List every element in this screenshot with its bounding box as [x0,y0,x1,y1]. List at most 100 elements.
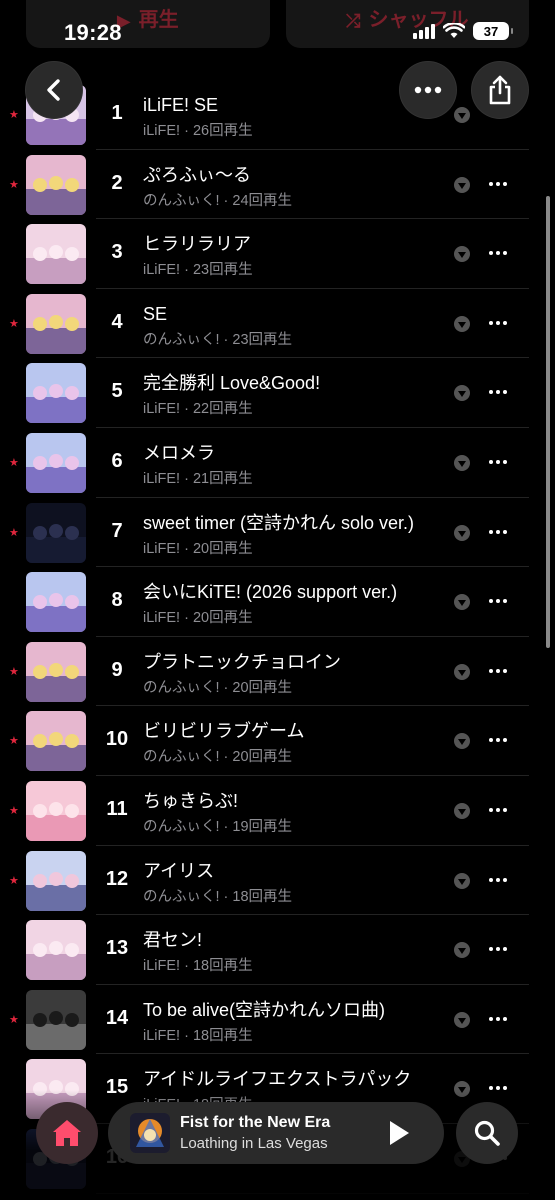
track-play-count: 23回再生 [192,262,253,279]
track-title: 会いにKiTE! (2026 support ver.) [143,582,398,603]
track-more-button[interactable] [486,728,510,752]
share-icon [489,75,511,105]
track-title: アイドルライフエクストラパック [143,1069,412,1090]
play-icon[interactable] [390,1121,409,1145]
track-row[interactable]: 8 会いにKiTE! (2026 support ver.) iLiFE! · 20… [0,567,555,637]
back-button[interactable] [26,62,82,118]
track-more-button[interactable] [486,868,510,892]
track-subtitle: のんふぃく! · 19回再生 [143,818,293,835]
track-number: 4 [111,310,123,333]
downloaded-icon [454,107,470,123]
track-play-count: 24回再生 [232,192,293,209]
track-more-button[interactable] [486,450,510,474]
track-title: ぷろふぃ〜る [143,164,251,185]
track-title: 君セン! [143,930,203,951]
downloaded-icon [454,663,470,680]
favorite-star-icon: ★ [9,874,19,887]
track-row[interactable]: ★ 2 ぷろふぃ〜る のんふぃく! · 24回再生 [0,150,555,220]
track-title: To be alive(空詩かれんソロ曲) [143,999,386,1020]
track-artist: のんふぃく! [143,818,220,835]
more-options-button[interactable] [400,62,456,118]
track-artist: iLiFE! [143,1027,181,1044]
track-play-count: 20回再生 [232,679,293,696]
now-playing-artist: Loathing in Las Vegas [180,1135,328,1152]
track-row[interactable]: ★ 4 SE のんふぃく! · 23回再生 [0,289,555,359]
mini-player[interactable]: Fist for the New Era Loathing in Las Veg… [108,1102,444,1164]
track-more-button[interactable] [486,937,510,961]
track-subtitle: iLiFE! · 23回再生 [143,262,253,279]
track-row[interactable]: ★ 9 プラトニックチョロイン のんふぃく! · 20回再生 [0,637,555,707]
track-subtitle: iLiFE! · 21回再生 [143,470,253,487]
track-row[interactable]: ★ 10 ビリビリラブゲーム のんふぃく! · 20回再生 [0,706,555,776]
track-title: SE [143,303,168,324]
track-more-button[interactable] [486,659,510,683]
track-artist: のんふぃく! [143,749,220,766]
track-subtitle: iLiFE! · 22回再生 [143,401,253,418]
track-row[interactable]: 13 君セン! iLiFE! · 18回再生 [0,915,555,985]
track-list: ★ 1 iLiFE! SE iLiFE! · 26回再生 ★ 2 ぷろふぃ〜る のんふぃく! … [0,80,555,1194]
track-play-count: 18回再生 [192,958,253,975]
track-more-button[interactable] [486,380,510,404]
track-subtitle: のんふぃく! · 24回再生 [143,192,293,209]
track-artwork [26,224,86,285]
downloaded-icon [454,385,470,402]
track-artwork [26,363,86,424]
track-artwork [26,641,86,702]
track-row[interactable]: 3 ヒラリラリア iLiFE! · 23回再生 [0,219,555,289]
track-more-button[interactable] [486,172,510,196]
track-play-count: 19回再生 [232,818,293,835]
cellular-signal-icon [413,23,435,39]
favorite-star-icon: ★ [9,456,19,469]
ellipsis-icon [414,86,442,94]
track-row[interactable]: ★ 12 アイリス のんふぃく! · 18回再生 [0,846,555,916]
track-play-count: 20回再生 [232,749,293,766]
scrollbar[interactable] [546,196,550,648]
downloaded-icon [454,872,470,889]
track-number: 11 [106,797,128,820]
track-row[interactable]: ★ 6 メロメラ iLiFE! · 21回再生 [0,428,555,498]
track-artist: iLiFE! [143,262,181,279]
track-title: アイリス [143,860,215,881]
track-subtitle: iLiFE! · 20回再生 [143,610,253,627]
battery-indicator: 37 [473,22,513,40]
favorite-star-icon: ★ [9,804,19,817]
share-button[interactable] [472,62,528,118]
home-button[interactable] [36,1102,98,1164]
search-button[interactable] [456,1102,518,1164]
track-number: 9 [111,658,123,681]
track-artwork [26,989,86,1050]
track-row[interactable]: ★ 7 sweet timer (空詩かれん solo ver.) iLiFE! · … [0,498,555,568]
track-more-button[interactable] [486,520,510,544]
track-more-button[interactable] [486,311,510,335]
track-artwork [26,920,86,981]
track-more-button[interactable] [486,589,510,613]
now-playing-artwork [130,1113,170,1153]
track-artwork [26,572,86,633]
track-row[interactable]: ★ 11 ちゅきらぶ! のんふぃく! · 19回再生 [0,776,555,846]
track-number: 3 [111,241,123,264]
track-play-count: 20回再生 [192,610,253,627]
downloaded-icon [454,594,470,611]
track-artist: のんふぃく! [143,888,220,905]
track-title: ヒラリラリア [143,234,251,255]
track-play-count: 18回再生 [232,888,293,905]
track-more-button[interactable] [486,241,510,265]
status-bar: 19:28 37 [0,0,555,66]
track-more-button[interactable] [486,1007,510,1031]
track-artist: iLiFE! [143,610,181,627]
track-row[interactable]: 5 完全勝利 Love&Good! iLiFE! · 22回再生 [0,358,555,428]
downloaded-icon [454,942,470,959]
track-row[interactable]: ★ 14 To be alive(空詩かれんソロ曲) iLiFE! · 18回再生 [0,985,555,1055]
track-artist: iLiFE! [143,401,181,418]
track-play-count: 26回再生 [192,123,253,139]
downloaded-icon [454,176,470,193]
track-title: ちゅきらぶ! [143,790,239,811]
track-play-count: 20回再生 [192,540,253,557]
track-more-button[interactable] [486,798,510,822]
track-title: メロメラ [143,442,215,463]
track-number: 6 [111,449,123,472]
track-subtitle: iLiFE! · 26回再生 [143,123,253,139]
search-icon [474,1120,500,1146]
favorite-star-icon: ★ [9,109,19,121]
track-play-count: 22回再生 [192,401,253,418]
